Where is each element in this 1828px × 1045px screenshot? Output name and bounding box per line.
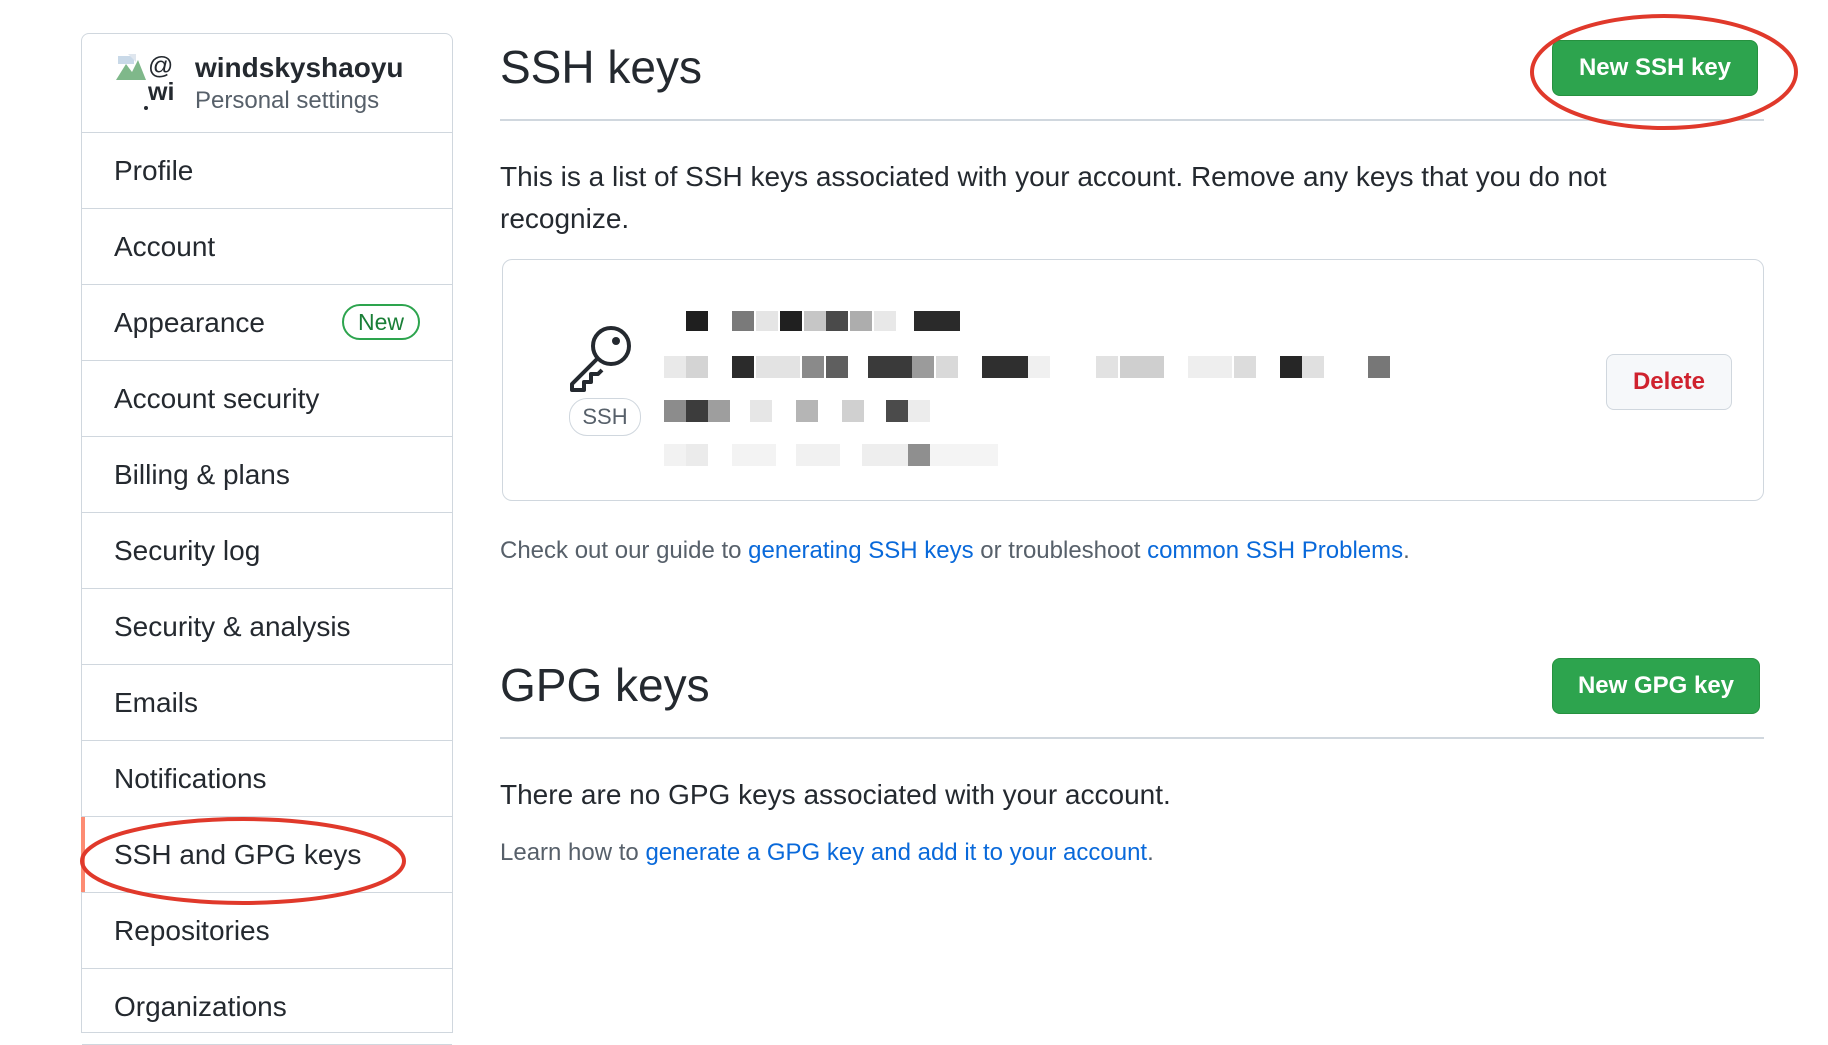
ssh-key-type-label: SSH xyxy=(569,398,641,436)
sidebar-item-notifications[interactable]: Notifications xyxy=(82,741,452,817)
gpg-learn-suffix: . xyxy=(1147,839,1154,866)
common-ssh-problems-link[interactable]: common SSH Problems xyxy=(1147,537,1403,564)
sidebar-item-label: SSH and GPG keys xyxy=(114,838,362,870)
broken-image-icon xyxy=(116,54,146,80)
sidebar-item-label: Security & analysis xyxy=(114,610,351,642)
sidebar-item-label: Emails xyxy=(114,686,199,718)
avatar: @ wi xyxy=(114,52,176,114)
key-icon xyxy=(570,326,631,392)
avatar-alt-text-line2: wi xyxy=(148,78,175,106)
new-badge: New xyxy=(341,304,420,340)
settings-sidebar: @ wi windskyshaoyu Personal settings Pro… xyxy=(81,33,453,1045)
sidebar-item-billing[interactable]: Billing & plans xyxy=(82,437,452,513)
ssh-guide-prefix: Check out our guide to xyxy=(500,537,749,564)
sidebar-item-emails[interactable]: Emails xyxy=(82,665,452,741)
personal-settings-label: Personal settings xyxy=(195,87,380,114)
sidebar-item-account[interactable]: Account xyxy=(82,209,452,285)
gpg-empty-text: There are no GPG keys associated with yo… xyxy=(500,779,1171,810)
sidebar-item-label: Profile xyxy=(114,154,194,186)
avatar-alt-text-line1: @ xyxy=(148,52,174,80)
ssh-guide-text: Check out our guide to generating SSH ke… xyxy=(500,537,1410,565)
sidebar-item-label: Organizations xyxy=(114,990,287,1022)
sidebar-item-label: Account security xyxy=(114,382,320,414)
new-ssh-key-button[interactable]: New SSH key xyxy=(1552,40,1758,96)
new-gpg-key-button[interactable]: New GPG key xyxy=(1552,658,1760,714)
sidebar-item-organizations[interactable]: Organizations xyxy=(82,969,452,1045)
sidebar-item-label: Billing & plans xyxy=(114,458,290,490)
sidebar-item-account-security[interactable]: Account security xyxy=(82,361,452,437)
generate-gpg-key-link[interactable]: generate a GPG key and add it to your ac… xyxy=(645,839,1147,866)
sidebar-item-label: Account xyxy=(114,230,216,262)
ssh-keys-title: SSH keys xyxy=(500,41,702,93)
gpg-keys-title: GPG keys xyxy=(500,659,710,711)
sidebar-item-ssh-gpg-keys[interactable]: SSH and GPG keys xyxy=(81,817,452,893)
user-header[interactable]: @ wi windskyshaoyu Personal settings xyxy=(82,34,452,133)
delete-ssh-key-button[interactable]: Delete xyxy=(1606,354,1732,410)
divider xyxy=(500,119,1764,121)
sidebar-item-label: Appearance xyxy=(114,306,266,338)
sidebar-item-label: Security log xyxy=(114,534,261,566)
sidebar-item-profile[interactable]: Profile xyxy=(82,133,452,209)
gpg-learn-text: Learn how to generate a GPG key and add … xyxy=(500,839,1154,867)
sidebar-item-security-log[interactable]: Security log xyxy=(82,513,452,589)
username[interactable]: windskyshaoyu xyxy=(195,52,404,84)
ssh-guide-middle: or troubleshoot xyxy=(973,537,1148,564)
ssh-description: This is a list of SSH keys associated wi… xyxy=(500,161,1607,234)
avatar-dot xyxy=(144,106,148,110)
gpg-learn-prefix: Learn how to xyxy=(500,839,646,866)
ssh-guide-suffix: . xyxy=(1403,537,1410,564)
sidebar-item-repositories[interactable]: Repositories xyxy=(82,893,452,969)
sidebar-item-security-analysis[interactable]: Security & analysis xyxy=(82,589,452,665)
divider xyxy=(500,737,1764,739)
generating-ssh-keys-link[interactable]: generating SSH keys xyxy=(748,537,973,564)
sidebar-item-label: Repositories xyxy=(114,914,270,946)
sidebar-item-label: Notifications xyxy=(114,762,267,794)
sidebar-item-appearance[interactable]: Appearance New xyxy=(82,285,452,361)
